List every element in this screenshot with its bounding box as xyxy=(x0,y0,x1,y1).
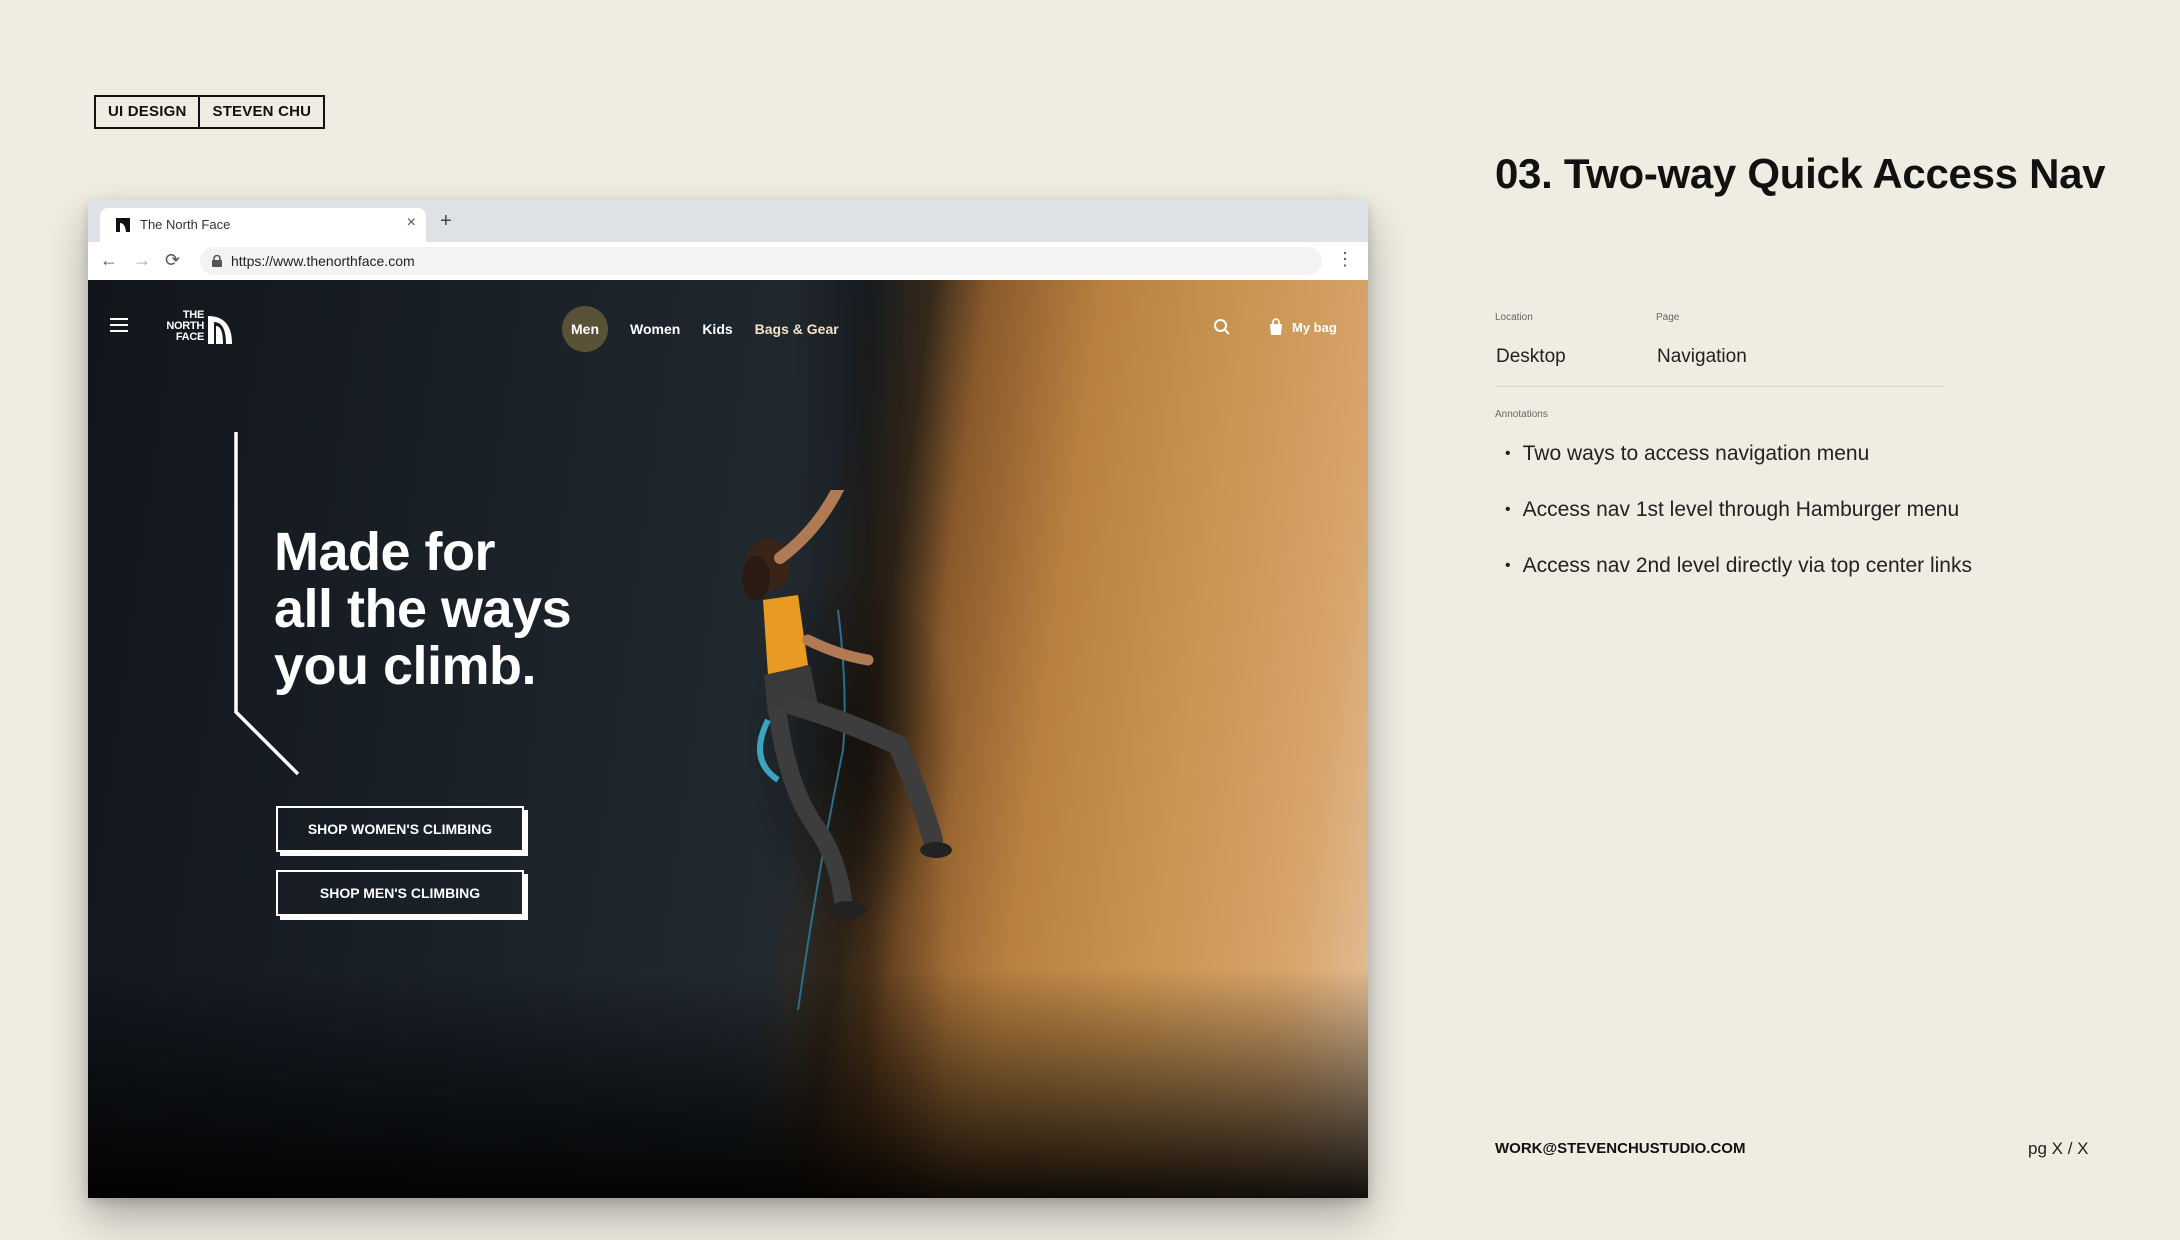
shop-mens-climbing-button[interactable]: SHOP MEN'S CLIMBING xyxy=(276,870,524,916)
hero-headline: Made for all the ways you climb. xyxy=(274,524,694,695)
page-title: 03. Two-way Quick Access Nav xyxy=(1495,150,2106,197)
my-bag-link[interactable]: My bag xyxy=(1292,320,1337,335)
browser-window: The North Face × + ← → ⟳ https://www.the… xyxy=(88,200,1368,1198)
bullet-icon: • xyxy=(1505,445,1511,462)
shop-womens-climbing-button[interactable]: SHOP WOMEN'S CLIMBING xyxy=(276,806,524,852)
browser-tab[interactable]: The North Face × xyxy=(100,208,426,242)
headline-line-3: you climb. xyxy=(274,636,537,696)
hamburger-menu-icon[interactable] xyxy=(110,318,128,332)
tab-title: The North Face xyxy=(140,217,231,232)
bullet-icon: • xyxy=(1505,557,1511,574)
annotation-text: Two ways to access navigation menu xyxy=(1522,442,1870,465)
headline-line-2: all the ways xyxy=(274,579,572,639)
page-label: Page xyxy=(1656,312,1680,323)
annotation-item: • Access nav 1st level through Hamburger … xyxy=(1505,498,1959,522)
climber-image xyxy=(742,490,952,1010)
annotation-text: Access nav 2nd level directly via top ce… xyxy=(1522,554,1972,577)
new-tab-icon[interactable]: + xyxy=(440,210,452,233)
divider xyxy=(1495,386,1945,387)
annotation-item: • Two ways to access navigation menu xyxy=(1505,442,1869,466)
logo-line-3: FACE xyxy=(175,331,204,343)
page-number: pg X / X xyxy=(2028,1139,2089,1158)
contact-email[interactable]: WORK@STEVENCHUSTUDIO.COM xyxy=(1495,1140,1745,1157)
search-icon[interactable] xyxy=(1213,318,1231,336)
page-value: Navigation xyxy=(1657,346,1747,367)
address-bar[interactable]: https://www.thenorthface.com xyxy=(200,247,1322,275)
annotations-label: Annotations xyxy=(1495,409,1548,420)
nav-link-women[interactable]: Women xyxy=(630,321,680,337)
headline-line-1: Made for xyxy=(274,522,496,582)
tag-group: UI DESIGN STEVEN CHU xyxy=(94,95,326,129)
url-text: https://www.thenorthface.com xyxy=(231,253,415,269)
tag-author: STEVEN CHU xyxy=(198,97,323,127)
annotation-item: • Access nav 2nd level directly via top c… xyxy=(1505,554,1972,578)
browser-tab-bar: The North Face × + xyxy=(88,200,1368,242)
annotation-text: Access nav 1st level through Hamburger m… xyxy=(1522,498,1960,521)
nav-link-men[interactable]: Men xyxy=(562,306,608,352)
location-label: Location xyxy=(1495,312,1533,323)
forward-icon[interactable]: → xyxy=(133,250,151,271)
reload-icon[interactable]: ⟳ xyxy=(165,250,180,271)
tag-ui-design: UI DESIGN xyxy=(108,103,187,120)
half-dome-icon xyxy=(208,316,232,344)
bag-icon[interactable] xyxy=(1266,317,1286,337)
nav-link-kids[interactable]: Kids xyxy=(702,321,732,337)
north-face-favicon-icon xyxy=(116,218,130,232)
close-tab-icon[interactable]: × xyxy=(407,214,416,232)
location-value: Desktop xyxy=(1496,346,1566,367)
lock-icon xyxy=(212,255,222,267)
top-center-nav: Men Women Kids Bags & Gear xyxy=(562,306,839,352)
bullet-icon: • xyxy=(1505,501,1511,518)
browser-toolbar: ← → ⟳ https://www.thenorthface.com ⋮ xyxy=(88,242,1368,280)
nav-link-bags-gear[interactable]: Bags & Gear xyxy=(755,321,839,337)
north-face-logo[interactable]: THE NORTH FACE xyxy=(160,310,234,344)
back-icon[interactable]: ← xyxy=(100,250,118,271)
hero-section: THE NORTH FACE Men Women Kids Bags & Gear … xyxy=(88,280,1368,1198)
browser-menu-icon[interactable]: ⋮ xyxy=(1336,249,1354,270)
